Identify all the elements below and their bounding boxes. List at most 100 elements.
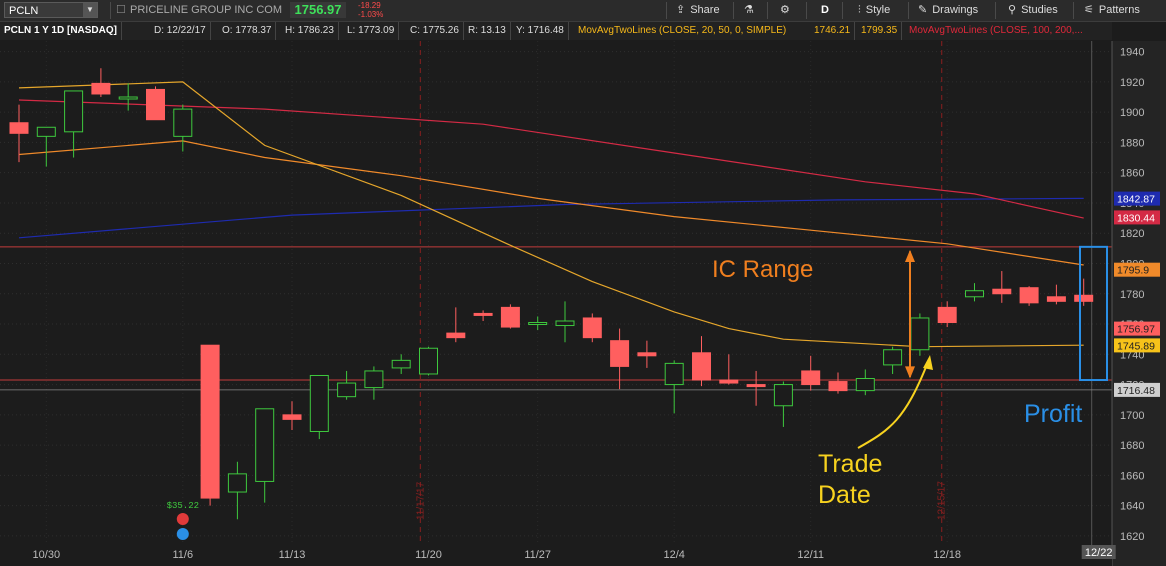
candle-body (337, 382, 357, 398)
price-axis: 1940 1920 1900 1880 1860 1840 1820 1800 1780 1760… (1111, 41, 1166, 566)
share-button[interactable]: ⇪ Share (676, 2, 720, 18)
price-tick-label: 1640 (1120, 501, 1144, 513)
candle (582, 313, 602, 343)
candle (937, 301, 957, 328)
price-label-y_close: 1716.48 (1117, 385, 1155, 397)
studies-button[interactable]: ⚲ Studies (1008, 2, 1058, 18)
candle (146, 86, 165, 121)
candle-style-icon: ⫶ (858, 4, 861, 16)
candle (965, 283, 984, 302)
date-tick-label: 11/13 (279, 549, 306, 561)
net-change-value: -18.29 (358, 1, 381, 10)
candle-body (664, 362, 684, 386)
header-high: H: 1786.23 (281, 22, 339, 40)
price-label-ma_yellow: 1745.89 (1117, 340, 1155, 352)
ma50-line (18, 140, 1084, 266)
candle-body (773, 384, 793, 407)
price-label-ma_red: 1830.44 (1117, 212, 1155, 224)
price-tick-label: 1840 (1120, 198, 1144, 210)
candle (610, 328, 630, 390)
candle (200, 344, 220, 506)
price-tick-label: 1860 (1120, 168, 1144, 180)
study-ma2-label[interactable]: MovAvgTwoLines (CLOSE, 100, 200,... (905, 22, 1087, 40)
candle (36, 126, 56, 167)
trade-date-arrow-head (923, 355, 933, 370)
candle (227, 461, 247, 520)
favorite-icon[interactable]: ☐ (116, 2, 126, 18)
study-ma1-label[interactable]: MovAvgTwoLines (CLOSE, 20, 50, 0, SIMPLE… (574, 22, 790, 40)
candle-body (883, 349, 903, 366)
trade-date-arrow (857, 361, 929, 449)
annotations-layer: $35.22 (167, 245, 1108, 540)
date-tick-label: 12/18 (933, 549, 961, 561)
ic-range-arrow-head-top (905, 249, 915, 262)
candle (528, 316, 548, 331)
symbol-selector[interactable]: PCLN ▼ (4, 2, 98, 18)
candle (828, 372, 848, 394)
candle-body (9, 122, 29, 134)
candle-body (1074, 294, 1094, 302)
price-tick-label: 1720 (1120, 380, 1144, 392)
candle-body (965, 290, 984, 298)
candle (746, 370, 766, 406)
candle (255, 408, 275, 503)
date-tick-label: 10/30 (33, 549, 61, 561)
date-tick-label: 11/20 (415, 549, 442, 561)
date-tick-label: 10/30 (33, 549, 61, 561)
price-tick-label: 1940 (1120, 47, 1144, 59)
candle (500, 304, 520, 329)
pencil-icon: ✎ (918, 4, 928, 16)
current-date-tag (1081, 545, 1116, 559)
study-ma1-value1: 1746.21 (810, 22, 856, 40)
candle-body (582, 317, 602, 339)
flask-button[interactable]: ⚗ (744, 2, 759, 18)
candle-body (719, 379, 739, 384)
aggregation-button[interactable]: D (821, 2, 829, 18)
candle-body (828, 381, 848, 392)
price-axis-background (1112, 41, 1166, 566)
candle-body (36, 126, 56, 137)
patterns-button[interactable]: ⚟ Patterns (1084, 2, 1140, 18)
candle (637, 340, 657, 368)
candle (1019, 286, 1039, 306)
study-ma1-value2: 1799.35 (857, 22, 903, 40)
profit-annotation: Profit (1024, 400, 1083, 428)
share-label: Share (690, 4, 720, 16)
candle (309, 374, 329, 440)
symbol-text: PCLN (9, 5, 39, 17)
price-tick-label: 1740 (1120, 349, 1144, 361)
price-chart[interactable]: 11/17/17 12/15/17 1940 1920 1900 1880 1860 184… (0, 0, 1166, 566)
price-tick-label: 1880 (1120, 137, 1144, 149)
price-tick-label: 1760 (1120, 319, 1144, 331)
plot-background (0, 41, 1112, 545)
candle (173, 104, 193, 152)
candle-body (146, 88, 165, 121)
price-label-ma_orange: 1795.9 (1117, 265, 1149, 277)
share-icon: ⇪ (676, 4, 686, 16)
flask-studies-icon: ⚲ (1008, 4, 1017, 16)
price-tick-label: 1780 (1120, 289, 1144, 301)
toolbar-divider (1073, 2, 1074, 19)
price-tick-label: 1620 (1120, 531, 1144, 543)
candle (910, 313, 930, 356)
price-tick-label: 1680 (1120, 440, 1144, 452)
candle (555, 301, 575, 343)
drawings-button[interactable]: ✎ Drawings (918, 2, 978, 18)
toolbar-divider (666, 2, 667, 19)
date-tick-label: 11/27 (524, 549, 551, 561)
candle-body (855, 378, 875, 392)
candle-body (937, 306, 957, 324)
candle (473, 310, 493, 321)
date-tick-label: 11/6 (173, 549, 194, 561)
candle-body (910, 317, 930, 351)
candle-body (746, 384, 766, 388)
net-change: -18.29 -1.03% (358, 1, 383, 19)
dropdown-arrow-icon[interactable]: ▼ (83, 3, 97, 17)
style-button[interactable]: ⫶ Style (858, 2, 890, 18)
date-tick-label: 12/4 (663, 549, 684, 561)
header-y: Y: 1716.48 (512, 22, 569, 40)
toolbar-divider (842, 2, 843, 19)
settings-button[interactable]: ⚙ (780, 2, 795, 18)
company-name: PRICELINE GROUP INC COM (130, 4, 282, 16)
candle-body (692, 352, 711, 381)
